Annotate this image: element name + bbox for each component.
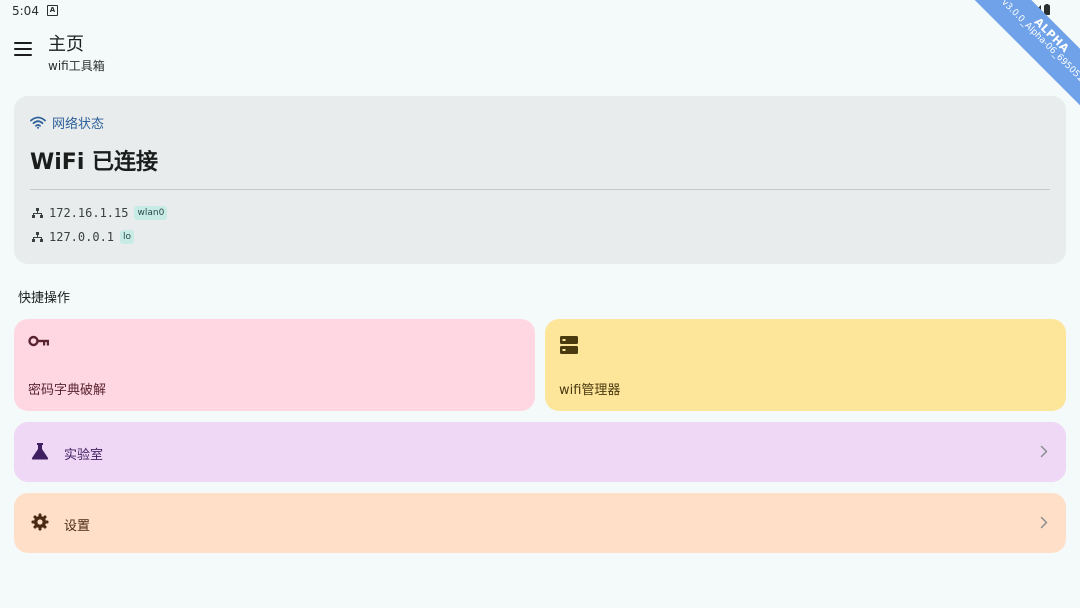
lab-list-item[interactable]: 实验室	[14, 422, 1066, 482]
gear-icon	[31, 513, 49, 531]
notification-icon: A	[47, 5, 58, 16]
lab-label: 实验室	[64, 448, 104, 463]
wifi-icon	[30, 116, 46, 129]
status-time: 5:04	[12, 4, 39, 18]
ip-address-row: 127.0.0.1 lo	[32, 230, 135, 244]
network-icon	[32, 232, 43, 242]
network-icon	[32, 208, 43, 218]
network-status-title: 网络状态	[52, 117, 105, 132]
quick-actions-heading: 快捷操作	[18, 291, 71, 306]
storage-icon	[560, 336, 578, 354]
interface-badge: wlan0	[134, 206, 168, 220]
page-subtitle: wifi工具箱	[48, 59, 105, 73]
app-bar: 主页 wifi工具箱	[0, 22, 1080, 84]
password-crack-label: 密码字典破解	[28, 383, 107, 398]
divider	[30, 189, 1050, 190]
flask-icon	[31, 443, 49, 460]
settings-label: 设置	[64, 519, 91, 534]
interface-badge: lo	[120, 230, 135, 244]
page-title: 主页	[48, 34, 84, 55]
chevron-right-icon	[1040, 516, 1048, 529]
wifi-manager-card[interactable]: wifi管理器	[545, 319, 1066, 411]
chevron-right-icon	[1040, 445, 1048, 458]
ip-address: 127.0.0.1	[49, 230, 115, 244]
wifi-manager-label: wifi管理器	[559, 383, 621, 398]
network-status-header: 网络状态	[30, 113, 104, 132]
key-icon	[28, 335, 49, 347]
settings-list-item[interactable]: 设置	[14, 493, 1066, 553]
ip-address-row: 172.16.1.15 wlan0	[32, 206, 168, 220]
network-status-card: 网络状态 WiFi 已连接 172.16.1.15 wlan0 127.0.0.…	[14, 96, 1066, 264]
connection-status: WiFi 已连接	[30, 150, 159, 175]
ip-address: 172.16.1.15	[49, 206, 129, 220]
menu-icon[interactable]	[14, 42, 32, 56]
status-bar: 5:04 A	[0, 0, 1080, 22]
password-crack-card[interactable]: 密码字典破解	[14, 319, 535, 411]
